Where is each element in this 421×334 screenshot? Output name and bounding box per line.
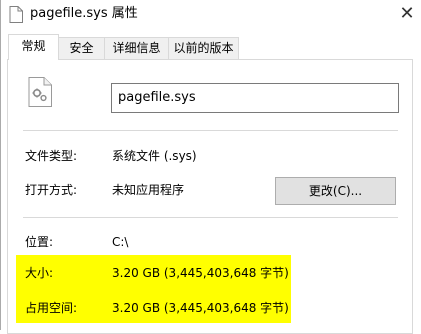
size-on-disk-label: 占用空间: <box>25 301 78 315</box>
tab-strip: 常规 安全 详细信息 以前的版本 <box>1 34 421 60</box>
title-bar: pagefile.sys 属性 ✕ <box>1 0 421 30</box>
size-label: 大小: <box>25 266 54 280</box>
tab-general[interactable]: 常规 <box>8 34 59 60</box>
file-type-value: 系统文件 (.sys) <box>112 149 197 163</box>
size-value: 3.20 GB (3,445,403,648 字节) <box>112 266 289 280</box>
opens-with-value: 未知应用程序 <box>112 183 185 197</box>
divider <box>23 130 398 131</box>
divider <box>23 217 398 218</box>
close-icon: ✕ <box>399 3 415 24</box>
location-label: 位置: <box>25 235 54 249</box>
tab-security[interactable]: 安全 <box>58 37 105 59</box>
system-file-icon <box>28 77 52 107</box>
tab-previous-versions[interactable]: 以前的版本 <box>168 37 239 59</box>
location-value: C:\ <box>112 235 129 249</box>
document-icon <box>9 6 23 23</box>
change-button[interactable]: 更改(C)... <box>275 177 396 205</box>
tab-details[interactable]: 详细信息 <box>104 37 169 59</box>
file-type-label: 文件类型: <box>25 149 78 163</box>
properties-window: pagefile.sys 属性 ✕ 常规 安全 详细信息 以前的版本 pagef… <box>0 0 421 334</box>
file-name-input[interactable]: pagefile.sys <box>111 83 399 113</box>
close-button[interactable]: ✕ <box>392 0 421 30</box>
opens-with-label: 打开方式: <box>25 183 78 197</box>
window-title: pagefile.sys 属性 <box>30 6 138 21</box>
size-on-disk-value: 3.20 GB (3,445,403,648 字节) <box>112 301 289 315</box>
